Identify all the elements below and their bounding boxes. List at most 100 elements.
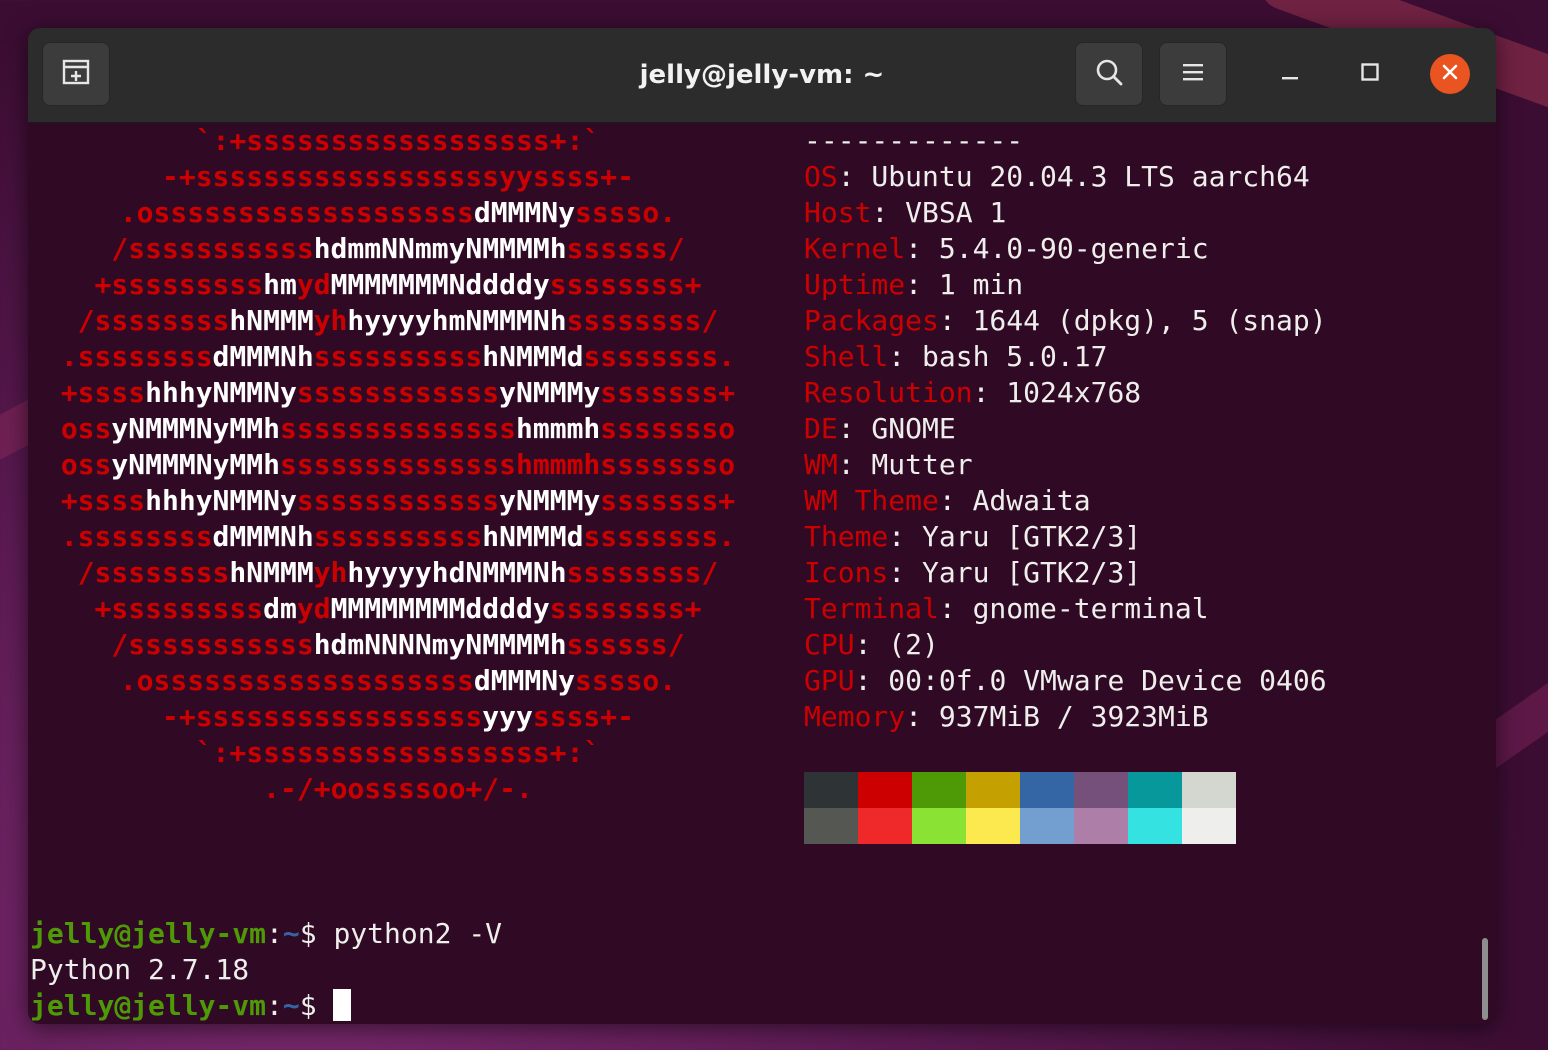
info-value: : Yaru [GTK2/3] <box>888 556 1142 589</box>
prompt-dollar: $ <box>299 917 334 950</box>
color-swatch <box>1128 772 1182 808</box>
info-separator: ------------- <box>804 124 1024 157</box>
logo-segment: hNMMMd <box>482 520 584 553</box>
info-key: Host <box>804 196 872 229</box>
logo-segment: ssssss/ <box>566 232 685 265</box>
logo-segment: ssssssssssss <box>296 376 500 409</box>
active-prompt-line[interactable]: jelly@jelly-vm:~$ <box>30 988 502 1024</box>
logo-line: +ssssssssshmydMMMMMMMNddddyssssssss+ <box>28 267 768 303</box>
logo-segment: ssss+- <box>532 700 635 733</box>
info-row: Theme: Yaru [GTK2/3] <box>804 519 1327 555</box>
logo-segment: .ssssssss <box>60 520 213 553</box>
search-button[interactable] <box>1075 42 1143 106</box>
logo-line: .ssssssssdMMMNhsssssssssshNMMMdssssssss. <box>28 339 768 375</box>
color-swatch <box>1074 772 1128 808</box>
logo-line: `:+ssssssssssssssssss+:` <box>28 735 768 771</box>
info-row: Host: VBSA 1 <box>804 195 1327 231</box>
info-row: WM Theme: Adwaita <box>804 483 1327 519</box>
logo-segment: ssssssssssss <box>296 484 500 517</box>
close-button[interactable] <box>1430 54 1470 94</box>
logo-line: /ssssssssssshdmNNNNmyNMMMMhssssss/ <box>28 627 768 663</box>
logo-segment: +sssssssss <box>94 268 264 301</box>
info-row: Packages: 1644 (dpkg), 5 (snap) <box>804 303 1327 339</box>
logo-segment: sssso. <box>575 196 677 229</box>
color-palette <box>804 772 1236 844</box>
new-tab-icon <box>61 58 91 90</box>
info-value: : 00:0f.0 VMware Device 0406 <box>854 664 1327 697</box>
prompt-user-host: jelly@jelly-vm <box>30 989 267 1022</box>
logo-segment: yyy <box>482 700 533 733</box>
info-key: Kernel <box>804 232 906 265</box>
window-titlebar[interactable]: jelly@jelly-vm: ~ <box>28 28 1496 123</box>
logo-segment: ssssssss+ <box>549 268 702 301</box>
info-row: CPU: (2) <box>804 627 1327 663</box>
info-row: Uptime: 1 min <box>804 267 1327 303</box>
logo-segment: sssssss+ <box>600 484 736 517</box>
info-key: Icons <box>804 556 889 589</box>
color-swatch <box>1182 808 1236 844</box>
info-value: : Adwaita <box>938 484 1091 517</box>
prompt-colon: : <box>266 917 283 950</box>
color-swatch <box>858 772 912 808</box>
logo-segment: dMMMNy <box>473 196 575 229</box>
logo-segment: yd <box>296 268 331 301</box>
logo-segment: yNMMMNyMMh <box>111 448 280 481</box>
prompt-path: ~ <box>282 917 300 950</box>
logo-segment: ssssssss. <box>583 520 736 553</box>
info-value: : gnome-terminal <box>938 592 1209 625</box>
info-key: Uptime <box>804 268 906 301</box>
logo-segment: oss <box>60 448 112 481</box>
ubuntu-ascii-logo: `:+ssssssssssssssssss+:` -+ssssssssssssss… <box>28 123 768 807</box>
terminal-output[interactable]: `:+ssssssssssssssssss+:` -+ssssssssssssss… <box>28 123 1496 1024</box>
logo-segment: ssssssssssssss <box>279 412 516 445</box>
color-swatch <box>1128 808 1182 844</box>
terminal-window: jelly@jelly-vm: ~ `:+ssssssssssssssssss+… <box>28 28 1496 1024</box>
command-output: Python 2.7.18 <box>30 953 250 986</box>
logo-line: /sssssssshNMMMyhhyyyyhdNMMMNhssssssss/ <box>28 555 768 591</box>
logo-segment: hdmNNNNmyNMMMMh <box>313 628 567 661</box>
logo-segment: .osssssssssssssssssss <box>119 196 474 229</box>
logo-segment: dm <box>263 592 297 625</box>
logo-segment: ssssssss+ <box>549 592 702 625</box>
close-icon <box>1441 63 1459 85</box>
info-value: : (2) <box>854 628 939 661</box>
color-swatch <box>804 772 858 808</box>
logo-segment: `:+ssssssssssssssssss+:` <box>195 124 601 157</box>
info-row: GPU: 00:0f.0 VMware Device 0406 <box>804 663 1327 699</box>
logo-line: +sssshhhyNMMNyssssssssssssyNMMMysssssss+ <box>28 483 768 519</box>
logo-segment: yh <box>313 304 348 337</box>
logo-segment: ssssssssss <box>313 340 483 373</box>
logo-segment: -+sssssssssssssssss <box>161 700 483 733</box>
command-line: jelly@jelly-vm:~$ python2 -V <box>30 916 502 952</box>
info-row: WM: Mutter <box>804 447 1327 483</box>
logo-line: .osssssssssssssssssssdMMMNysssso. <box>28 663 768 699</box>
logo-segment: /ssssssss <box>77 556 230 589</box>
logo-line: .osssssssssssssssssssdMMMNysssso. <box>28 195 768 231</box>
logo-line: +sssshhhyNMMNyssssssssssssyNMMMysssssss+ <box>28 375 768 411</box>
scrollbar[interactable] <box>1482 938 1488 1020</box>
new-tab-button[interactable] <box>42 42 110 106</box>
logo-line: .-/+oossssoo+/-. <box>28 771 768 807</box>
info-key: Shell <box>804 340 889 373</box>
logo-segment: .-/+oossssoo+/-. <box>263 772 533 805</box>
logo-segment: hhhyNMMNy <box>145 484 297 517</box>
maximize-button[interactable] <box>1350 54 1390 94</box>
logo-line: ossyNMMMNyMMhsssssssssssssshmmmhssssssso <box>28 411 768 447</box>
prompt-colon: : <box>266 989 283 1022</box>
logo-segment: MMMMMMMNddddy <box>330 268 550 301</box>
logo-line: /ssssssssssshdmmNNmmyNMMMMhssssss/ <box>28 231 768 267</box>
minimize-button[interactable] <box>1270 54 1310 94</box>
hamburger-menu-icon <box>1181 61 1205 87</box>
info-row: OS: Ubuntu 20.04.3 LTS aarch64 <box>804 159 1327 195</box>
info-value: : 5.4.0-90-generic <box>905 232 1209 265</box>
logo-segment: hNMMM <box>229 556 314 589</box>
text-cursor <box>333 989 352 1021</box>
menu-button[interactable] <box>1159 42 1227 106</box>
info-key: CPU <box>804 628 855 661</box>
info-value: : 937MiB / 3923MiB <box>905 700 1209 733</box>
info-key: DE <box>804 412 838 445</box>
shell-session[interactable]: jelly@jelly-vm:~$ python2 -V Python 2.7.… <box>30 916 502 1024</box>
neofetch-info: ------------- OS: Ubuntu 20.04.3 LTS aar… <box>804 123 1327 735</box>
info-value: : 1644 (dpkg), 5 (snap) <box>938 304 1327 337</box>
logo-segment: hNMMMd <box>482 340 584 373</box>
